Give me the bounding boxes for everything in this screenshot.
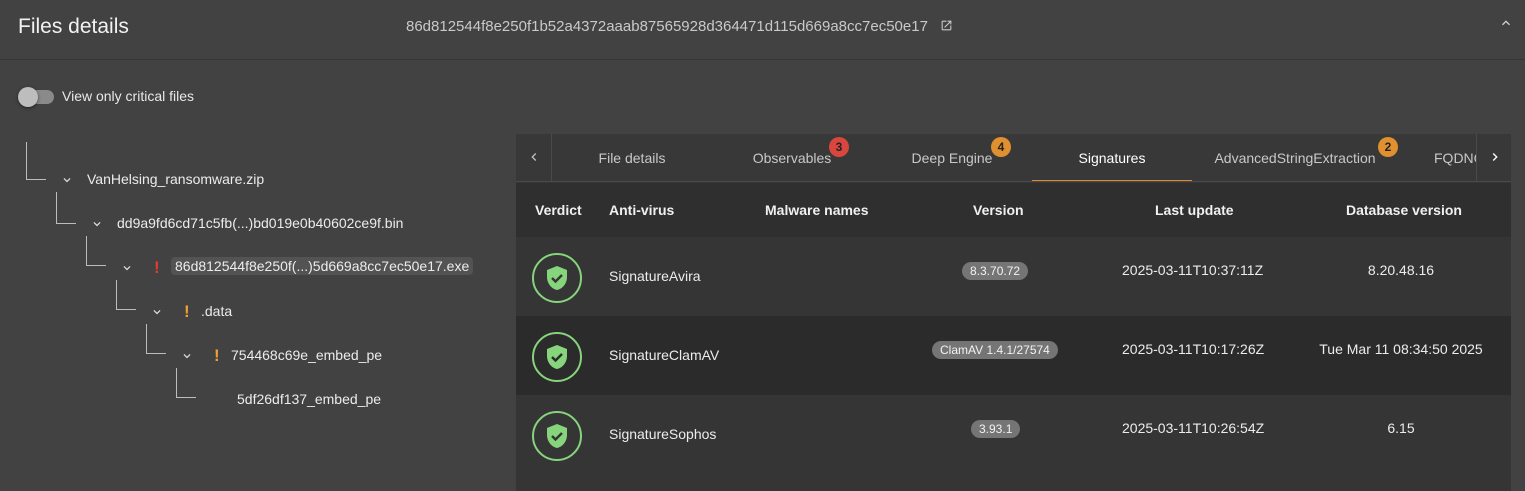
warning-alert-icon: ! [184, 302, 190, 321]
verdict-badge [532, 253, 582, 303]
table-row: SignatureAvira 8.3.70.72 2025-03-11T10:3… [516, 237, 1511, 316]
last-update: 2025-03-11T10:17:26Z [1122, 341, 1265, 357]
version-chip: 3.93.1 [971, 420, 1021, 438]
antivirus-name: SignatureAvira [609, 268, 701, 284]
tab-advanced-string-extraction[interactable]: AdvancedStringExtraction 2 [1192, 134, 1398, 181]
tab-observables[interactable]: Observables 3 [712, 134, 872, 181]
tab-scroll-left[interactable] [516, 134, 552, 181]
tab-signatures[interactable]: Signatures [1032, 134, 1192, 181]
tab-bar: File details Observables 3 Deep Engine 4… [516, 134, 1511, 182]
tab-label: Signatures [1078, 150, 1146, 166]
table-header: Verdict Anti-virus Malware names Version… [516, 183, 1511, 237]
page-header: Files details 86d812544f8e250f1b52a4372a… [0, 0, 1525, 60]
toggle-knob[interactable] [18, 87, 38, 107]
antivirus-name: SignatureClamAV [609, 347, 720, 363]
tab-scroll-right[interactable] [1476, 134, 1511, 181]
table-row: SignatureSophos 3.93.1 2025-03-11T10:26:… [516, 395, 1511, 474]
chevron-down-icon[interactable] [150, 305, 164, 319]
chevron-down-icon[interactable] [180, 349, 194, 363]
shield-check-icon [547, 266, 567, 290]
file-tree: VanHelsing_ransomware.zip dd9a9fd6cd71c5… [0, 130, 510, 491]
file-hash-link[interactable]: 86d812544f8e250f1b52a4372aaab87565928d36… [406, 18, 928, 35]
chevron-right-icon[interactable] [1487, 149, 1503, 165]
tree-connector [116, 280, 136, 310]
last-update: 2025-03-11T10:37:11Z [1122, 262, 1264, 278]
last-update: 2025-03-11T10:26:54Z [1122, 420, 1265, 436]
warning-alert-icon: ! [214, 346, 220, 365]
critical-alert-icon: ! [154, 258, 160, 277]
tab-label: Deep Engine [911, 150, 993, 166]
chevron-up-icon[interactable] [1498, 15, 1514, 31]
column-header[interactable]: Database version [1346, 202, 1462, 218]
page-title: Files details [18, 15, 129, 38]
table-row: SignatureClamAV ClamAV 1.4.1/27574 2025-… [516, 316, 1511, 395]
tree-item-label[interactable]: 5df26df137_embed_pe [237, 391, 381, 407]
count-badge: 2 [1378, 137, 1398, 157]
database-version: Tue Mar 11 08:34:50 2025 [1319, 341, 1483, 357]
column-header[interactable]: Version [973, 202, 1024, 218]
chevron-left-icon[interactable] [526, 149, 542, 165]
shield-check-icon [547, 345, 567, 369]
tree-item-label[interactable]: 754468c69e_embed_pe [231, 347, 382, 363]
shield-check-icon [547, 424, 567, 448]
tree-connector [26, 142, 46, 180]
database-version: 6.15 [1387, 420, 1415, 436]
tab-file-details[interactable]: File details [552, 134, 712, 181]
column-header[interactable]: Verdict [535, 202, 582, 218]
count-badge: 3 [829, 137, 849, 157]
tab-label: AdvancedStringExtraction [1214, 150, 1376, 166]
external-link-icon[interactable] [940, 19, 953, 32]
column-header[interactable]: Malware names [765, 202, 869, 218]
tree-connector [176, 368, 196, 398]
chevron-down-icon[interactable] [120, 261, 134, 275]
count-badge: 4 [991, 137, 1011, 157]
column-header[interactable]: Last update [1155, 202, 1234, 218]
tab-deep-engine[interactable]: Deep Engine 4 [872, 134, 1032, 181]
database-version: 8.20.48.16 [1367, 262, 1435, 278]
tree-connector [86, 236, 106, 266]
tab-label: Observables [752, 150, 832, 166]
tab-label: File details [598, 150, 666, 166]
chevron-down-icon[interactable] [60, 173, 74, 187]
tree-item-label[interactable]: VanHelsing_ransomware.zip [87, 171, 264, 187]
toggle-label: View only critical files [62, 88, 195, 104]
column-header[interactable]: Anti-virus [609, 202, 674, 218]
tree-item-label[interactable]: .data [201, 303, 232, 319]
antivirus-name: SignatureSophos [609, 426, 717, 442]
details-panel: File details Observables 3 Deep Engine 4… [516, 134, 1511, 491]
chevron-down-icon[interactable] [90, 217, 104, 231]
tree-item-label[interactable]: dd9a9fd6cd71c5fb(...)bd019e0b40602ce9f.b… [117, 215, 403, 231]
verdict-badge [532, 332, 582, 382]
version-chip: ClamAV 1.4.1/27574 [932, 341, 1058, 359]
version-chip: 8.3.70.72 [962, 262, 1029, 280]
tree-connector [146, 324, 166, 354]
tree-connector [56, 192, 76, 224]
tree-item-label[interactable]: 86d812544f8e250f(...)5d669a8cc7ec50e17.e… [171, 257, 474, 275]
verdict-badge [532, 411, 582, 461]
